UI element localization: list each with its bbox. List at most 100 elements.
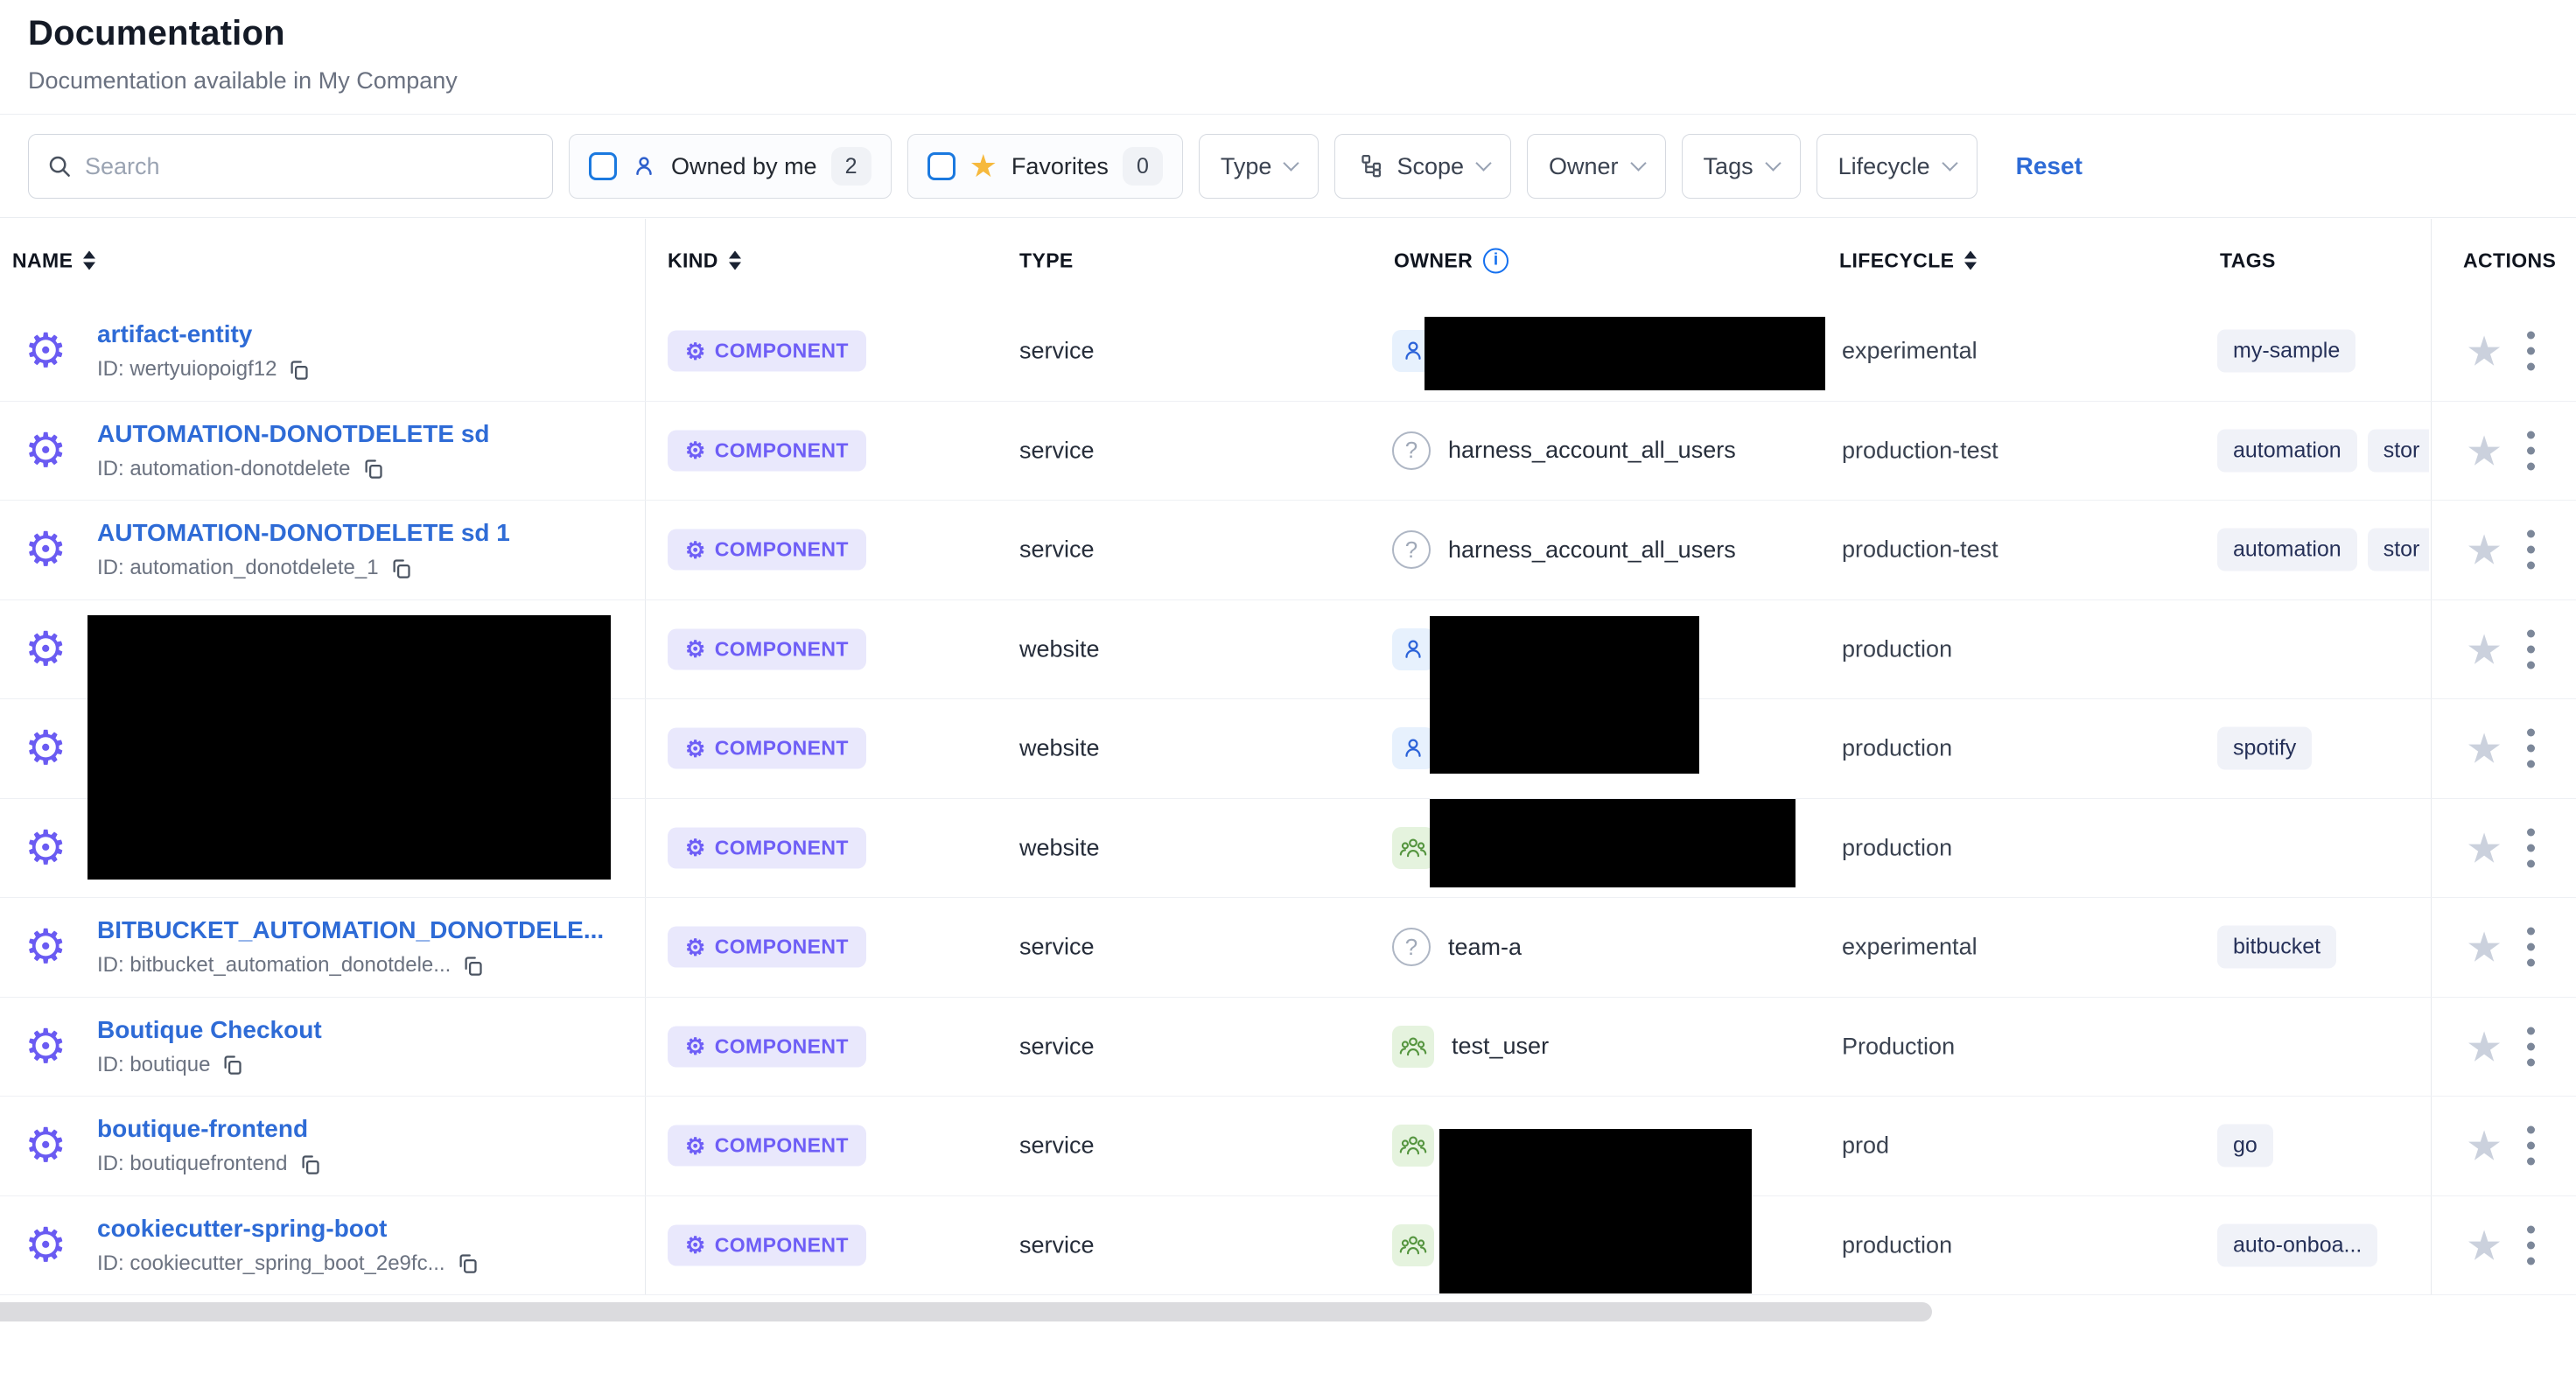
- tag-chip[interactable]: go: [2217, 1125, 2273, 1167]
- redaction-box: [1424, 317, 1825, 390]
- column-header-owner: OWNER i: [1394, 248, 1508, 273]
- lifecycle-cell: production-test: [1842, 536, 1998, 564]
- tags-filter-label: Tags: [1704, 153, 1754, 180]
- page-header: Documentation Documentation available in…: [0, 0, 2576, 115]
- favorite-star-icon[interactable]: ★: [2466, 331, 2502, 372]
- kebab-menu-icon[interactable]: [2527, 928, 2535, 967]
- copy-icon[interactable]: [456, 1251, 480, 1275]
- kind-chip: ⚙ COMPONENT: [668, 529, 866, 571]
- entity-name-link[interactable]: AUTOMATION-DONOTDELETE sd: [97, 420, 490, 447]
- type-cell: website: [1019, 834, 1100, 861]
- kebab-menu-icon[interactable]: [2527, 431, 2535, 470]
- tag-chip[interactable]: stor: [2368, 429, 2429, 472]
- owner-name: team-a: [1448, 934, 1522, 961]
- favorite-star-icon[interactable]: ★: [2466, 1224, 2502, 1265]
- kebab-menu-icon[interactable]: [2527, 729, 2535, 768]
- kebab-menu-icon[interactable]: [2527, 1027, 2535, 1066]
- type-filter-dropdown[interactable]: Type: [1199, 134, 1320, 199]
- tag-chip[interactable]: automation: [2217, 529, 2357, 571]
- owner-name: test_user: [1452, 1033, 1549, 1060]
- entity-name-cell: artifact-entity ID: wertyuiopoigf12: [97, 320, 311, 382]
- owned-by-me-filter[interactable]: Owned by me 2: [569, 134, 892, 199]
- tags-cell: auto-onboa...: [2217, 1223, 2429, 1266]
- hierarchy-icon: [1356, 153, 1382, 179]
- search-input[interactable]: [85, 153, 535, 180]
- tag-chip[interactable]: auto-onboa...: [2217, 1223, 2377, 1266]
- table-header: NAME KIND TYPE OWNER i LIFECYCLE TAGS AC…: [0, 219, 2576, 302]
- sort-icon: [83, 251, 95, 270]
- favorite-star-icon[interactable]: ★: [2466, 927, 2502, 968]
- entity-name-link[interactable]: Boutique Checkout: [97, 1016, 322, 1043]
- kebab-menu-icon[interactable]: [2527, 530, 2535, 570]
- favorites-checkbox[interactable]: [928, 152, 956, 180]
- copy-icon[interactable]: [389, 557, 413, 580]
- favorite-star-icon[interactable]: ★: [2466, 1125, 2502, 1167]
- favorite-star-icon[interactable]: ★: [2466, 827, 2502, 868]
- entity-name-cell: boutique-frontend ID: boutiquefrontend: [97, 1115, 322, 1176]
- copy-icon[interactable]: [461, 954, 485, 978]
- entity-name-link[interactable]: BITBUCKET_AUTOMATION_DONOTDELE...: [97, 916, 604, 943]
- info-icon[interactable]: i: [1483, 248, 1508, 273]
- tag-chip[interactable]: automation: [2217, 429, 2357, 472]
- type-filter-label: Type: [1221, 153, 1272, 180]
- component-gear-icon: ⚙: [685, 1234, 706, 1257]
- tag-chip[interactable]: my-sample: [2217, 330, 2356, 373]
- filter-bar: Owned by me 2 ★ Favorites 0 Type Scope O…: [0, 116, 2576, 218]
- owned-by-me-checkbox[interactable]: [589, 152, 617, 180]
- component-gear-icon: ⚙: [685, 1035, 706, 1058]
- favorite-star-icon[interactable]: ★: [2466, 1026, 2502, 1067]
- page-subtitle: Documentation available in My Company: [28, 67, 2576, 95]
- owner-cell: ? team-a: [1392, 928, 1522, 966]
- copy-icon[interactable]: [220, 1053, 244, 1076]
- user-icon: [1392, 727, 1434, 769]
- component-gear-icon: ⚙: [685, 737, 706, 760]
- search-box[interactable]: [28, 134, 553, 199]
- copy-icon[interactable]: [298, 1153, 322, 1176]
- kebab-menu-icon[interactable]: [2527, 629, 2535, 669]
- column-header-name[interactable]: NAME: [12, 249, 95, 272]
- column-header-kind[interactable]: KIND: [668, 249, 741, 272]
- tag-chip[interactable]: spotify: [2217, 727, 2312, 770]
- horizontal-scrollbar-thumb[interactable]: [0, 1302, 1932, 1321]
- favorite-star-icon[interactable]: ★: [2466, 529, 2502, 571]
- entity-name-cell: cookiecutter-spring-boot ID: cookiecutte…: [97, 1215, 480, 1276]
- favorite-star-icon[interactable]: ★: [2466, 728, 2502, 769]
- favorites-filter[interactable]: ★ Favorites 0: [907, 134, 1183, 199]
- lifecycle-cell: production-test: [1842, 437, 1998, 464]
- entity-name-link[interactable]: cookiecutter-spring-boot: [97, 1215, 387, 1242]
- tag-chip[interactable]: bitbucket: [2217, 926, 2336, 969]
- copy-icon[interactable]: [287, 358, 311, 382]
- reset-filters-link[interactable]: Reset: [2016, 152, 2082, 180]
- tag-chip[interactable]: stor: [2368, 529, 2429, 571]
- kebab-menu-icon[interactable]: [2527, 828, 2535, 867]
- kebab-menu-icon[interactable]: [2527, 332, 2535, 371]
- lifecycle-filter-dropdown[interactable]: Lifecycle: [1816, 134, 1978, 199]
- owner-name: harness_account_all_users: [1448, 536, 1736, 564]
- sort-icon: [1964, 251, 1977, 270]
- entity-name-link[interactable]: boutique-frontend: [97, 1115, 308, 1142]
- column-header-actions: ACTIONS: [2463, 249, 2556, 272]
- kebab-menu-icon[interactable]: [2527, 1126, 2535, 1166]
- copy-icon[interactable]: [361, 457, 385, 480]
- scope-filter-dropdown[interactable]: Scope: [1334, 134, 1511, 199]
- favorite-star-icon[interactable]: ★: [2466, 430, 2502, 471]
- owner-filter-dropdown[interactable]: Owner: [1527, 134, 1666, 199]
- entity-name-cell: BITBUCKET_AUTOMATION_DONOTDELE... ID: bi…: [97, 916, 604, 978]
- tags-filter-dropdown[interactable]: Tags: [1682, 134, 1801, 199]
- favorite-star-icon[interactable]: ★: [2466, 628, 2502, 669]
- lifecycle-cell: Production: [1842, 1033, 1955, 1060]
- group-icon: [1392, 827, 1434, 869]
- kind-chip: ⚙ COMPONENT: [668, 728, 866, 769]
- type-cell: website: [1019, 735, 1100, 762]
- kebab-menu-icon[interactable]: [2527, 1225, 2535, 1265]
- column-header-lifecycle[interactable]: LIFECYCLE: [1839, 249, 1977, 272]
- scope-filter-label: Scope: [1396, 153, 1464, 180]
- entity-name-link[interactable]: artifact-entity: [97, 320, 252, 347]
- entity-gear-icon: ⚙: [24, 526, 66, 573]
- entity-gear-icon: ⚙: [24, 725, 66, 772]
- entity-name-link[interactable]: AUTOMATION-DONOTDELETE sd 1: [97, 519, 510, 546]
- owner-filter-label: Owner: [1549, 153, 1619, 180]
- tags-cell: go: [2217, 1125, 2429, 1167]
- owned-by-me-count-badge: 2: [831, 147, 872, 186]
- table-row: ⚙ AUTOMATION-DONOTDELETE sd ID: automati…: [0, 402, 2576, 501]
